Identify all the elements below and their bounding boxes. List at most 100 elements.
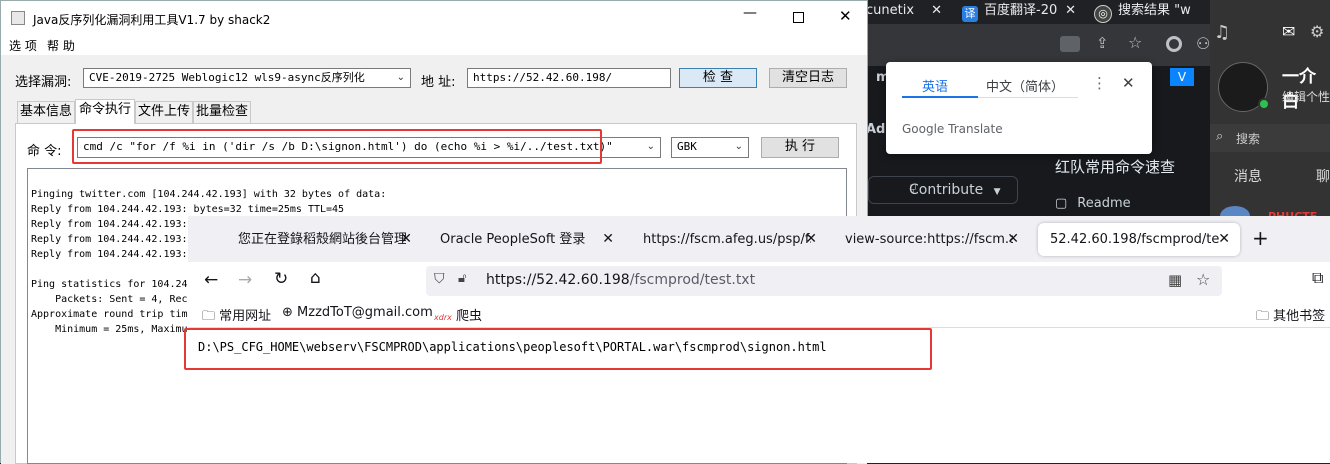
bookmark-gmail[interactable]: ⊕ MzzdToT@gmail.com xyxy=(282,305,433,320)
address-label: 地 址: xyxy=(421,75,456,90)
book-icon: ▢ xyxy=(1055,196,1068,211)
close-icon[interactable]: ✕ xyxy=(931,0,942,22)
star-icon[interactable]: ☆ xyxy=(1128,33,1142,52)
other-bookmarks[interactable]: 🗀︎ 其他书签 xyxy=(1256,305,1325,329)
baidu-translate-icon: 译 xyxy=(962,6,978,22)
extension-icon[interactable] xyxy=(1166,36,1182,52)
execute-button[interactable]: 执 行 xyxy=(761,137,839,158)
tab-view-source[interactable]: view-source:https://fscm.afeg ✕ xyxy=(833,223,1029,256)
tab-command-exec[interactable]: 命令执行 xyxy=(75,99,135,124)
url-text: https://52.42.60.198/fscmprod/test.txt xyxy=(486,272,755,288)
mail-icon[interactable]: ✉ xyxy=(1282,22,1295,41)
close-icon[interactable]: ✕ xyxy=(1007,223,1019,256)
menu-options[interactable]: 选 项 xyxy=(9,37,37,54)
tab-fscm-psp[interactable]: https://fscm.afeg.us/psp/fscm ✕ xyxy=(631,223,827,256)
bookmark-label: 爬虫 xyxy=(455,309,482,324)
tab-file-upload[interactable]: 文件上传 xyxy=(135,101,193,123)
menu-bar: 选 项 帮 助 xyxy=(1,35,867,55)
tab-english[interactable]: 英语 xyxy=(922,76,948,95)
more-options-icon[interactable]: ⋮ xyxy=(1092,74,1107,92)
star-icon[interactable]: ☆ xyxy=(1196,270,1210,289)
shield-icon[interactable]: ⛉ xyxy=(434,271,445,287)
bg-page-text: Ad xyxy=(866,122,886,137)
tab-test-txt[interactable]: 52.42.60.198/fscmprod/test.txt ✕ xyxy=(1038,223,1240,256)
repo-description: 红队常用命令速查 xyxy=(1055,158,1176,176)
google-translate-popup: 英语 中文（简体） ⋮ ✕ Google Translate xyxy=(886,62,1152,154)
vuln-select-value: CVE-2019-2725 Weblogic12 wls9-async反序列化 xyxy=(89,71,365,84)
url-path: /fscmprod/test.txt xyxy=(629,272,756,288)
forward-icon[interactable]: → xyxy=(238,270,252,290)
settings-icon[interactable]: ⚙ xyxy=(1310,22,1324,41)
contribute-button[interactable]: ⑂ Contribute ▼ xyxy=(868,176,1018,204)
search-input[interactable]: ⌕ 搜索 xyxy=(1210,124,1330,152)
qr-code-icon[interactable]: ▦ xyxy=(1168,271,1182,289)
back-icon[interactable]: ← xyxy=(204,270,218,290)
search-placeholder: 搜索 xyxy=(1236,132,1261,146)
minimize-icon[interactable]: — xyxy=(743,5,757,21)
profile-icon[interactable]: ⚇ xyxy=(1196,34,1210,53)
close-icon[interactable]: ✕ xyxy=(1218,223,1230,256)
result-highlight-box xyxy=(184,328,932,370)
xdrx-icon: xdrx xyxy=(434,313,452,322)
clear-log-button[interactable]: 清空日志 xyxy=(769,68,847,88)
home-icon[interactable]: ⌂ xyxy=(310,268,321,288)
bookmark-common-sites[interactable]: 🗀︎ 常用网址 xyxy=(202,305,271,329)
menu-help[interactable]: 帮 助 xyxy=(47,37,75,54)
bg-tab-label: 百度翻译-20 xyxy=(984,3,1058,18)
bookmark-crawler[interactable]: xdrx 爬虫 xyxy=(434,305,482,324)
tab-label: 您正在登錄稻殼網站後台管理係 xyxy=(238,232,406,247)
extensions-icon[interactable]: ⧉ xyxy=(1312,268,1323,288)
bookmarks-bar: 🗀︎ 常用网址 ⊕ MzzdToT@gmail.com xdrx 爬虫 🗀︎ 其… xyxy=(188,300,1330,328)
address-input[interactable]: https://52.42.60.198/ xyxy=(467,68,671,88)
encoding-value: GBK xyxy=(677,140,697,153)
globe-icon: ⊕ xyxy=(282,305,293,320)
google-translate-brand: Google Translate xyxy=(902,122,1003,136)
tab-backend-login[interactable]: 您正在登錄稻殼網站後台管理係 ✕ xyxy=(226,223,422,256)
close-icon[interactable]: ✕ xyxy=(839,7,852,25)
close-icon[interactable]: ✕ xyxy=(602,223,614,256)
folder-icon: 🗀︎ xyxy=(202,309,216,324)
url-bar[interactable]: ⛉ 🔓︎ https://52.42.60.198/fscmprod/test.… xyxy=(426,266,1222,296)
vuln-select[interactable]: CVE-2019-2725 Weblogic12 wls9-async反序列化 … xyxy=(83,68,411,88)
tab-other[interactable]: 聊 xyxy=(1316,166,1330,186)
readme-link[interactable]: ▢ Readme xyxy=(1055,196,1131,211)
close-icon[interactable]: ✕ xyxy=(400,223,412,256)
tab-divider xyxy=(978,97,1078,98)
search-icon: ⌕ xyxy=(1216,129,1224,144)
bg-tab-label: cunetix xyxy=(866,3,915,18)
chevron-down-icon: ⌄ xyxy=(734,141,743,152)
bg-tab-baidu-translate[interactable]: 译百度翻译-20 ✕ xyxy=(956,0,1084,24)
close-icon[interactable]: ✕ xyxy=(805,223,817,256)
check-button[interactable]: 检 查 xyxy=(679,68,757,88)
vuln-label: 选择漏洞: xyxy=(15,75,72,90)
close-icon[interactable]: ✕ xyxy=(1122,74,1135,92)
new-tab-button[interactable]: + xyxy=(1252,226,1269,250)
bookmark-label: MzzdToT@gmail.com xyxy=(297,305,433,320)
lock-icon[interactable]: 🔓︎ xyxy=(458,271,466,286)
tab-label: Oracle PeopleSoft 登录 xyxy=(440,232,586,247)
close-icon[interactable]: ✕ xyxy=(1065,0,1076,22)
tab-peoplesoft-login[interactable]: Oracle PeopleSoft 登录 ✕ xyxy=(428,223,624,256)
bg-tab-label: 搜索结果 "w xyxy=(1118,3,1191,18)
tab-label: https://fscm.afeg.us/psp/fscm xyxy=(643,232,811,247)
maximize-icon[interactable] xyxy=(793,12,804,23)
bg-tab-search-results[interactable]: ◎ 搜索结果 "w xyxy=(1088,0,1218,24)
bookmark-label: 其他书签 xyxy=(1273,309,1326,324)
user-subtitle[interactable]: 编辑个性 xyxy=(1282,88,1330,105)
encoding-select[interactable]: GBK ⌄ xyxy=(671,137,749,158)
vscode-icon: V xyxy=(1170,68,1194,86)
background-browser-toolbar: ⇪ ☆ ⚇ xyxy=(860,24,1210,66)
foreground-browser-window: 您正在登錄稻殼網站後台管理係 ✕ Oracle PeopleSoft 登录 ✕ … xyxy=(184,216,1330,463)
window-title: Java反序列化漏洞利用工具V1.7 by shack2 xyxy=(33,13,271,27)
tab-basic-info[interactable]: 基本信息 xyxy=(17,101,75,123)
tab-batch-check[interactable]: 批量检查 xyxy=(193,101,251,123)
translate-page-icon[interactable] xyxy=(1060,36,1080,52)
tab-label: view-source:https://fscm.afeg xyxy=(845,232,1013,247)
online-status-icon xyxy=(1258,98,1270,110)
share-icon[interactable]: ⇪ xyxy=(1096,34,1109,52)
bell-icon[interactable]: ♫ xyxy=(1214,22,1230,43)
tab-messages[interactable]: 消息 xyxy=(1234,166,1262,186)
bg-tab-acunetix[interactable]: cunetix ✕ xyxy=(860,0,950,24)
tab-chinese[interactable]: 中文（简体） xyxy=(986,76,1064,95)
reload-icon[interactable]: ↻ xyxy=(274,269,288,289)
